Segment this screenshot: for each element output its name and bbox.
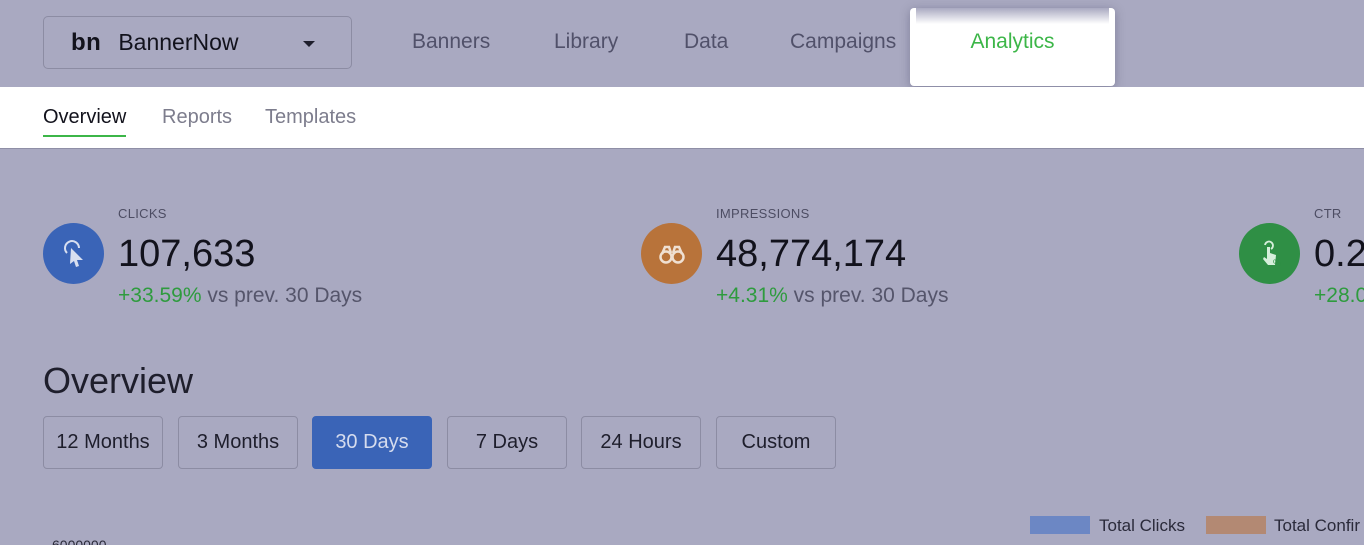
- stat-label: CLICKS: [118, 206, 167, 221]
- hand-percent-icon: %: [1239, 223, 1300, 284]
- chevron-down-icon: [303, 41, 315, 47]
- brand-name: BannerNow: [118, 29, 239, 55]
- legend-swatch-total-clicks: [1030, 516, 1090, 534]
- stat-ctr: % CTR 0.2 +28.0: [1239, 206, 1364, 316]
- stat-change: +28.0: [1314, 284, 1364, 308]
- range-12-months-button[interactable]: 12 Months: [43, 416, 163, 469]
- stat-label: IMPRESSIONS: [716, 206, 810, 221]
- stat-change: +33.59% vs prev. 30 Days: [118, 284, 362, 308]
- range-3-months-button[interactable]: 3 Months: [178, 416, 298, 469]
- stat-compare: vs prev. 30 Days: [793, 284, 949, 307]
- stat-change-percent: +4.31%: [716, 284, 788, 307]
- nav-item-analytics[interactable]: Analytics: [910, 8, 1115, 86]
- stat-compare: vs prev. 30 Days: [207, 284, 363, 307]
- overview-title: Overview: [43, 360, 194, 401]
- nav-active-fade: [916, 8, 1109, 24]
- legend-swatch-total-confir: [1206, 516, 1266, 534]
- stat-change-percent: +33.59%: [118, 284, 202, 307]
- tab-overview-label: Overview: [43, 106, 127, 128]
- nav-item-analytics-label: Analytics: [970, 30, 1055, 53]
- nav-item-data[interactable]: Data: [684, 30, 728, 54]
- svg-text:%: %: [1273, 258, 1281, 268]
- active-tab-underline: [43, 135, 127, 137]
- tab-overview[interactable]: Overview: [43, 106, 127, 137]
- y-axis-tick: 6000000: [52, 537, 107, 545]
- stat-change-percent: +28.0: [1314, 284, 1364, 307]
- top-bar: bn BannerNow Banners Library Data Campai…: [0, 0, 1364, 87]
- pointer-click-icon: [43, 223, 104, 284]
- range-30-days-button[interactable]: 30 Days: [312, 416, 432, 469]
- tab-reports[interactable]: Reports: [162, 106, 232, 129]
- sub-nav: Overview Reports Templates: [0, 87, 1364, 149]
- binoculars-icon: [641, 223, 702, 284]
- stat-clicks: CLICKS 107,633 +33.59% vs prev. 30 Days: [43, 206, 563, 316]
- stat-value: 48,774,174: [716, 233, 907, 275]
- nav-item-banners[interactable]: Banners: [412, 30, 490, 54]
- stat-value: 0.2: [1314, 233, 1364, 275]
- stat-impressions: IMPRESSIONS 48,774,174 +4.31% vs prev. 3…: [641, 206, 1161, 316]
- range-24-hours-button[interactable]: 24 Hours: [581, 416, 701, 469]
- legend-label-total-confir[interactable]: Total Confir: [1274, 516, 1360, 536]
- stat-change: +4.31% vs prev. 30 Days: [716, 284, 949, 308]
- nav-item-campaigns[interactable]: Campaigns: [790, 30, 896, 54]
- range-7-days-button[interactable]: 7 Days: [447, 416, 567, 469]
- tab-templates[interactable]: Templates: [265, 106, 356, 129]
- legend-label-total-clicks[interactable]: Total Clicks: [1099, 516, 1185, 536]
- nav-item-library[interactable]: Library: [554, 30, 618, 54]
- brand-logo: bn: [71, 28, 102, 56]
- stat-label: CTR: [1314, 206, 1342, 221]
- brand-selector[interactable]: bn BannerNow: [43, 16, 352, 69]
- stat-value: 107,633: [118, 233, 256, 275]
- range-custom-button[interactable]: Custom: [716, 416, 836, 469]
